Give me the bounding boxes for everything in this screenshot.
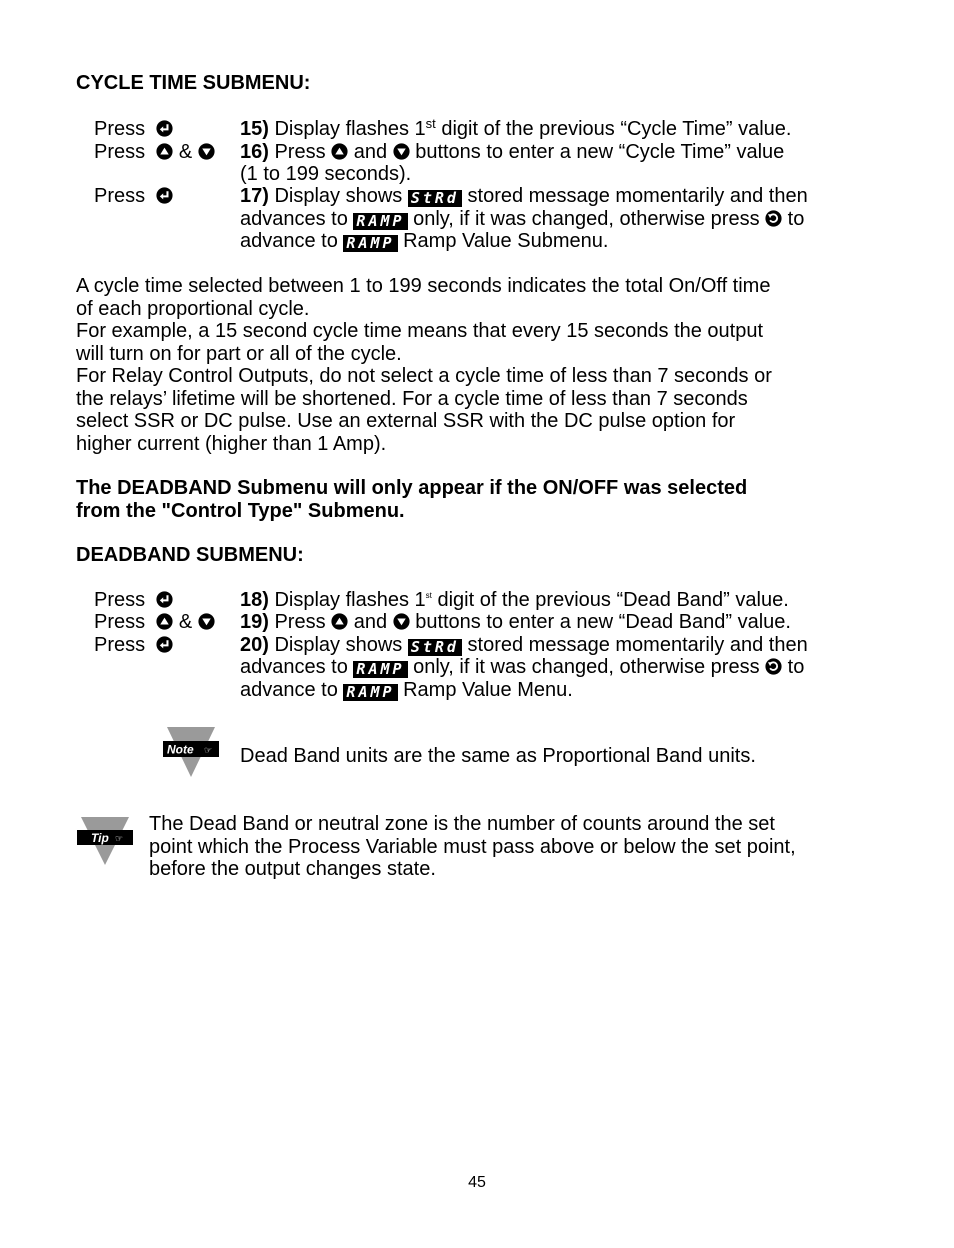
press-label: Press xyxy=(94,118,146,140)
up-arrow-key-icon xyxy=(331,613,348,630)
tip-icon: Tip ☞ xyxy=(77,817,133,867)
up-arrow-key-icon xyxy=(156,613,173,630)
cycle-step-16-continued: (1 to 199 seconds). xyxy=(240,163,412,185)
pointing-hand-icon: ☞ xyxy=(115,835,123,845)
deadband-heading: DEADBAND SUBMENU: xyxy=(76,544,304,566)
cycle-step-16: Press & 16) Press and buttons to enter a… xyxy=(94,141,785,163)
deadband-step-20: Press 20) Display shows StRd stored mess… xyxy=(94,634,808,656)
lcd-ramp-display: RAMP xyxy=(353,661,408,678)
cycle-step-17-line3: advance to RAMP Ramp Value Submenu. xyxy=(240,230,609,252)
lcd-strd-display: StRd xyxy=(407,639,462,656)
press-label: Press xyxy=(94,185,146,207)
step-number: 20) xyxy=(240,634,269,656)
deadband-step-19: Press & 19) Press and buttons to enter a… xyxy=(94,611,791,633)
cycle-key-icon xyxy=(765,658,782,675)
cycle-time-explanation: A cycle time selected between 1 to 199 s… xyxy=(76,275,772,455)
cycle-step-17: Press 17) Display shows StRd stored mess… xyxy=(94,185,808,207)
cycle-step-15: Press 15) Display flashes 1st digit of t… xyxy=(94,116,792,140)
tip-label: Tip xyxy=(91,831,109,845)
lcd-ramp-display: RAMP xyxy=(343,684,398,701)
deadband-step-20-line2: advances to RAMP only, if it was changed… xyxy=(240,656,805,678)
press-label: Press xyxy=(94,589,146,611)
deadband-step-18: Press 18) Display flashes 1st digit of t… xyxy=(94,589,789,611)
step-number: 17) xyxy=(240,185,269,207)
press-label: Press xyxy=(94,634,146,656)
note-label: Note xyxy=(167,743,194,757)
cycle-step-17-line2: advances to RAMP only, if it was changed… xyxy=(240,208,805,230)
step-number: 18) xyxy=(240,589,269,611)
deadband-notice: The DEADBAND Submenu will only appear if… xyxy=(76,477,748,522)
cycle-time-heading: CYCLE TIME SUBMENU: xyxy=(76,72,311,94)
down-arrow-key-icon xyxy=(393,613,410,630)
step-number: 15) xyxy=(240,118,269,140)
lcd-strd-display: StRd xyxy=(407,190,462,207)
note-icon: Note ☞ xyxy=(163,727,219,779)
lcd-ramp-display: RAMP xyxy=(353,213,408,230)
lcd-ramp-display: RAMP xyxy=(343,235,398,252)
note-text: Dead Band units are the same as Proporti… xyxy=(240,745,756,767)
tip-text: The Dead Band or neutral zone is the num… xyxy=(149,813,796,880)
down-arrow-key-icon xyxy=(198,613,215,630)
pointing-hand-icon: ☞ xyxy=(204,746,212,756)
up-arrow-key-icon xyxy=(156,143,173,160)
enter-key-icon xyxy=(156,187,173,204)
press-label: Press xyxy=(94,141,146,163)
step-number: 19) xyxy=(240,611,269,633)
up-arrow-key-icon xyxy=(331,143,348,160)
page-number: 45 xyxy=(468,1174,486,1191)
enter-key-icon xyxy=(156,120,173,137)
down-arrow-key-icon xyxy=(393,143,410,160)
enter-key-icon xyxy=(156,636,173,653)
step-number: 16) xyxy=(240,141,269,163)
enter-key-icon xyxy=(156,591,173,608)
deadband-step-20-line3: advance to RAMP Ramp Value Menu. xyxy=(240,679,573,701)
press-label: Press xyxy=(94,611,146,633)
cycle-key-icon xyxy=(765,210,782,227)
down-arrow-key-icon xyxy=(198,143,215,160)
